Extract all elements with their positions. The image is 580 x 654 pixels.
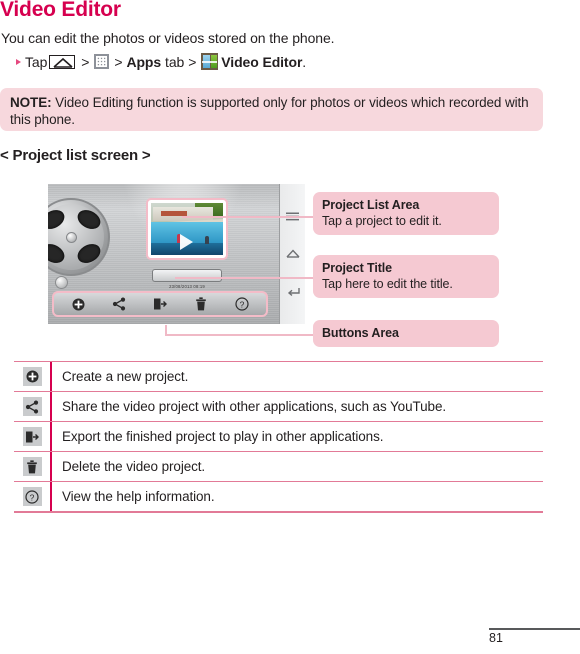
share-icon <box>22 397 42 416</box>
tap-word: Tap <box>25 53 48 70</box>
bullet-triangle-icon <box>16 58 21 65</box>
home-key-icon <box>49 54 76 69</box>
svg-text:?: ? <box>30 492 35 502</box>
table-icon-cell <box>14 392 52 421</box>
project-title-field[interactable] <box>152 269 222 282</box>
callout-title: Project Title <box>322 261 393 275</box>
table-row: Delete the video project. <box>14 451 543 481</box>
icon-legend-table: Create a new project. Share the video pr… <box>14 361 543 513</box>
video-editor-label: Video Editor <box>221 53 303 70</box>
project-list-screenshot: 23/08/2013 08:19 ? <box>48 184 305 324</box>
table-icon-cell <box>14 362 52 391</box>
help-icon[interactable]: ? <box>234 296 250 312</box>
page-number: 81 <box>489 631 503 645</box>
period: . <box>302 53 307 70</box>
table-row: Share the video project with other appli… <box>14 391 543 421</box>
separator-2: > <box>114 53 123 70</box>
callout-title: Buttons Area <box>322 326 399 340</box>
delete-icon[interactable] <box>193 296 209 312</box>
callout-buttons-area: Buttons Area <box>313 320 499 347</box>
table-row: ? View the help information. <box>14 481 543 513</box>
section-label: < Project list screen > <box>0 147 151 164</box>
back-icon[interactable] <box>285 284 301 298</box>
table-icon-cell <box>14 422 52 451</box>
reel-knob <box>55 276 68 295</box>
tab-word: tab <box>165 53 185 70</box>
apps-tab-label: Apps <box>126 53 162 70</box>
project-date-stamp: 23/08/2013 08:19 <box>169 284 205 289</box>
table-icon-cell: ? <box>14 482 52 511</box>
callout-project-list-area: Project List Area Tap a project to edit … <box>313 192 499 235</box>
video-editor-app-icon <box>201 53 219 70</box>
add-icon <box>22 367 42 386</box>
share-icon[interactable] <box>111 296 127 312</box>
manual-page: Video Editor You can edit the photos or … <box>0 0 580 654</box>
table-text-cell: Create a new project. <box>62 369 189 384</box>
export-icon <box>22 427 42 446</box>
svg-text:?: ? <box>239 299 244 309</box>
apps-grid-icon <box>94 54 110 69</box>
table-text-cell: Delete the video project. <box>62 459 206 474</box>
intro-text: You can edit the photos or videos stored… <box>1 30 335 46</box>
table-text-cell: Export the finished project to play in o… <box>62 429 384 444</box>
table-icon-cell <box>14 452 52 481</box>
help-icon: ? <box>22 487 42 506</box>
home-icon[interactable] <box>285 247 301 261</box>
add-icon[interactable] <box>70 296 86 312</box>
phone-nav-bar <box>279 184 305 324</box>
table-row: Create a new project. <box>14 361 543 391</box>
callout-desc: Tap here to edit the title. <box>322 277 453 291</box>
table-row: Export the finished project to play in o… <box>14 421 543 451</box>
leader-line-project-list <box>182 216 313 218</box>
table-text-cell: View the help information. <box>62 489 215 504</box>
callout-desc: Tap a project to edit it. <box>322 214 442 228</box>
footer-rule <box>489 628 580 630</box>
film-reel-graphic <box>48 198 110 276</box>
callout-title: Project List Area <box>322 198 420 212</box>
buttons-area: ? <box>52 291 268 317</box>
note-label: NOTE: <box>10 95 52 110</box>
play-icon[interactable] <box>180 233 193 250</box>
separator-1: > <box>81 53 90 70</box>
page-title: Video Editor <box>0 0 121 21</box>
note-text: Video Editing function is supported only… <box>10 95 529 127</box>
separator-3: > <box>188 53 197 70</box>
leader-line-project-title <box>175 277 313 279</box>
table-text-cell: Share the video project with other appli… <box>62 399 446 414</box>
tap-instruction: Tap > > Apps tab > Video Editor . <box>16 53 306 70</box>
leader-line-buttons <box>165 334 313 336</box>
project-thumbnail[interactable] <box>146 198 228 260</box>
export-icon[interactable] <box>152 296 168 312</box>
delete-icon <box>22 457 42 476</box>
note-box: NOTE: Video Editing function is supporte… <box>0 88 543 131</box>
callout-project-title: Project Title Tap here to edit the title… <box>313 255 499 298</box>
